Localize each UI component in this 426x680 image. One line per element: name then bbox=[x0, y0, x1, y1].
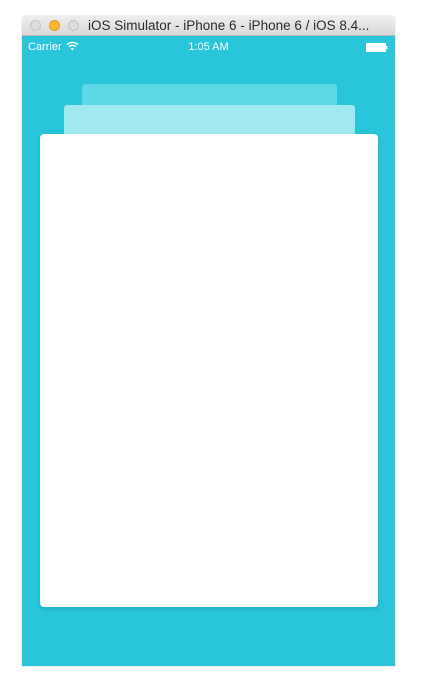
zoom-button[interactable] bbox=[68, 20, 79, 31]
minimize-button[interactable] bbox=[49, 20, 60, 31]
battery-icon bbox=[366, 43, 388, 52]
status-time: 1:05 AM bbox=[188, 41, 229, 53]
close-button[interactable] bbox=[30, 20, 41, 31]
window-titlebar: iOS Simulator - iPhone 6 - iPhone 6 / iO… bbox=[22, 16, 395, 36]
simulator-screen: Carrier 1:05 AM bbox=[22, 36, 395, 666]
simulator-window: iOS Simulator - iPhone 6 - iPhone 6 / iO… bbox=[22, 16, 395, 666]
status-bar: Carrier 1:05 AM bbox=[22, 36, 395, 56]
window-title: iOS Simulator - iPhone 6 - iPhone 6 / iO… bbox=[88, 18, 370, 33]
front-card[interactable] bbox=[40, 134, 378, 607]
